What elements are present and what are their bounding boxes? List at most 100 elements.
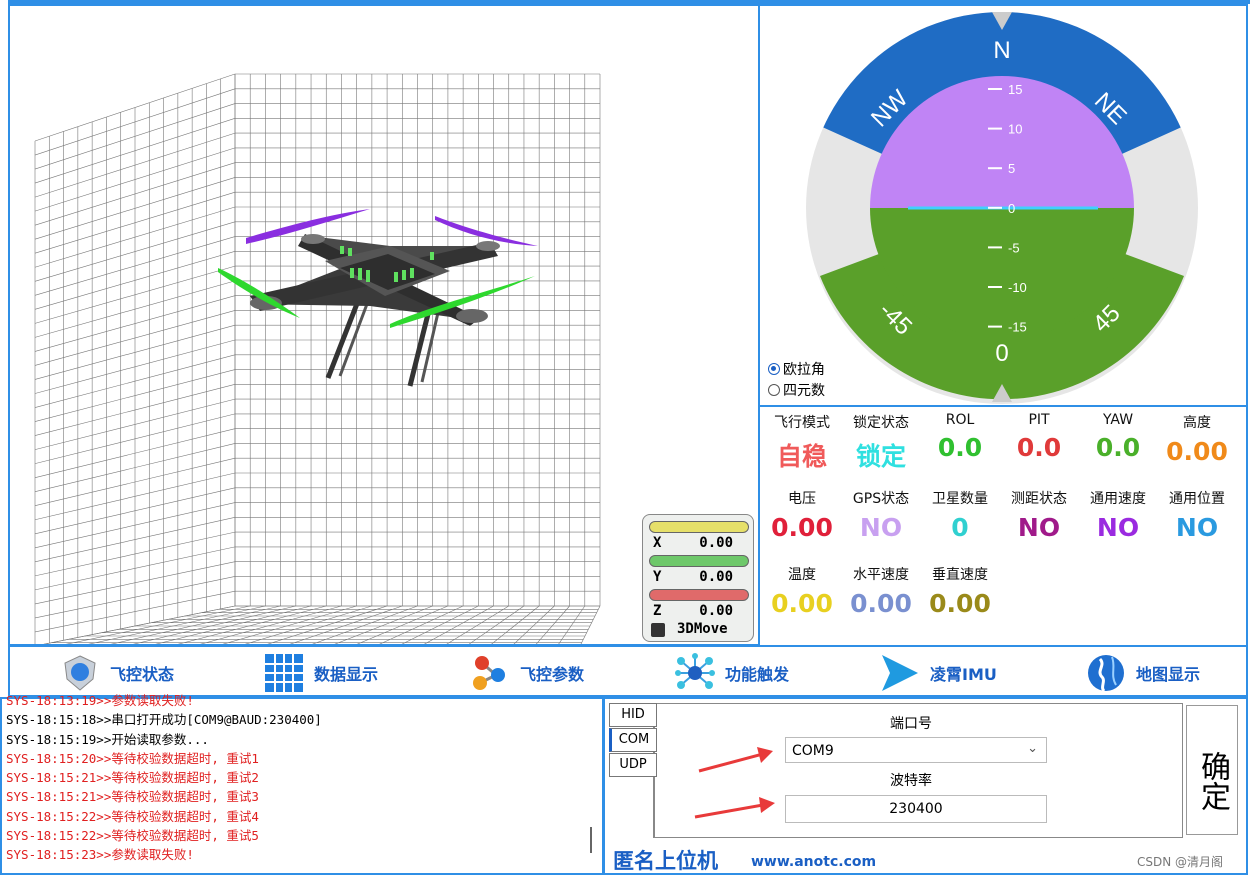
log-line: SYS-18:15:21>>等待校验数据超时, 重试3 — [6, 789, 259, 805]
pitch-tick-label: 0 — [1008, 201, 1015, 216]
log-line: SYS-18:15:18>>串口打开成功[COM9@BAUD:230400] — [6, 712, 322, 728]
arrow-icon — [882, 655, 918, 691]
status-cell: ROL 0.0 — [920, 412, 1000, 462]
status-label: 通用速度 — [1090, 491, 1146, 507]
toolbar-flight-params-label: 飞控参数 — [520, 665, 585, 684]
main-toolbar: 飞控状态 数据显示 飞控参数 功能触发 凌霄IMU 地图显示 — [8, 645, 1248, 697]
tab-com[interactable]: COM — [609, 728, 657, 752]
toolbar-flight-params[interactable]: 飞控参数 — [470, 653, 584, 693]
annotation-arrows — [694, 747, 775, 819]
status-label: YAW — [1102, 412, 1134, 428]
status-label: PIT — [1028, 412, 1050, 428]
heading-label: N — [993, 37, 1010, 64]
connection-panel: HID COM UDP 端口号 COM9 ⌄ 波特率 230400 确定 匿名上… — [603, 697, 1248, 875]
status-value: 0.00 — [850, 589, 912, 618]
status-label: ROL — [945, 412, 975, 428]
port-select[interactable]: COM9 ⌄ — [785, 737, 1047, 763]
y-color-bar — [649, 555, 749, 567]
toolbar-map-display-label: 地图显示 — [1136, 665, 1201, 684]
status-label: 高度 — [1183, 415, 1211, 431]
port-label: 端口号 — [890, 716, 932, 732]
status-cell: PIT 0.0 — [999, 412, 1079, 462]
status-value: 0.00 — [771, 589, 833, 618]
quaternion-radio-dot[interactable] — [768, 384, 780, 396]
status-cell: 水平速度 0.00 — [841, 564, 921, 618]
nodes-icon — [473, 656, 505, 690]
axis-readout-box: X 0.00 Y 0.00 Z 0.00 3DMove — [642, 514, 754, 642]
status-label: 电压 — [788, 491, 816, 507]
pitch-tick-label: 15 — [1008, 82, 1022, 97]
euler-radio[interactable]: 欧拉角 — [768, 359, 825, 379]
toolbar-data-display[interactable]: 数据显示 — [264, 653, 378, 693]
quaternion-radio-label: 四元数 — [783, 383, 825, 399]
y-axis-label: Y — [653, 569, 662, 585]
status-value: 0.00 — [771, 513, 833, 542]
status-cell: 测距状态 NO — [999, 488, 1079, 542]
status-label: 卫星数量 — [932, 491, 988, 507]
tab-hid[interactable]: HID — [609, 703, 657, 727]
confirm-button[interactable]: 确定 — [1186, 705, 1238, 835]
log-line: SYS-18:15:22>>等待校验数据超时, 重试5 — [6, 828, 259, 844]
euler-radio-dot[interactable] — [768, 363, 780, 375]
status-cell: 电压 0.00 — [762, 488, 842, 542]
status-label: 测距状态 — [1011, 491, 1067, 507]
log-panel[interactable]: SYS-18:13:19>>参数读取失败! SYS-18:15:18>>串口打开成… — [0, 693, 604, 875]
status-value: 0.0 — [1095, 433, 1141, 462]
pitch-tick-label: 10 — [1008, 122, 1022, 137]
status-value: 0.0 — [937, 433, 983, 462]
pitch-tick-label: -10 — [1008, 280, 1027, 295]
log-line: SYS-18:13:19>>参数读取失败! — [6, 693, 194, 708]
status-label: 通用位置 — [1169, 491, 1225, 507]
status-cell: 通用速度 NO — [1078, 488, 1158, 542]
status-value: NO — [1017, 513, 1061, 542]
attitude-indicator-panel: 15 10 5 0 -5 -10 -15 N NE NW -45 0 45 欧拉角 四元数 — [758, 4, 1248, 407]
chevron-down-icon: ⌄ — [1027, 741, 1038, 756]
status-value: 自稳 — [776, 442, 827, 471]
log-scrollbar[interactable] — [590, 827, 592, 853]
toolbar-imu[interactable]: 凌霄IMU — [880, 653, 997, 693]
x-axis-value: 0.00 — [699, 535, 733, 551]
status-label: 温度 — [788, 567, 816, 583]
roll-label: 0 — [995, 340, 1008, 367]
attitude-gauge: 151050-5-10-15 NNENW-45045 — [806, 12, 1198, 404]
status-value: 锁定 — [855, 442, 906, 471]
log-list: SYS-18:13:19>>参数读取失败! SYS-18:15:18>>串口打开成… — [6, 691, 322, 865]
status-cell: 温度 0.00 — [762, 564, 842, 618]
status-value: NO — [859, 513, 903, 542]
grid-icon — [265, 654, 303, 692]
toolbar-function-trigger-label: 功能触发 — [725, 665, 790, 684]
toolbar-map-display[interactable]: 地图显示 — [1086, 653, 1200, 693]
status-cell: 锁定状态 锁定 — [841, 412, 921, 473]
status-cell: 卫星数量 0 — [920, 488, 1000, 542]
log-line: SYS-18:15:20>>等待校验数据超时, 重试1 — [6, 750, 259, 766]
quaternion-radio[interactable]: 四元数 — [768, 380, 825, 400]
x-axis-label: X — [653, 535, 662, 551]
toolbar-data-display-label: 数据显示 — [314, 665, 379, 684]
z-axis-label: Z — [653, 603, 662, 619]
hub-icon — [675, 653, 715, 689]
baud-input[interactable]: 230400 — [785, 795, 1047, 823]
status-grid: 飞行模式 自稳 锁定状态 锁定 ROL 0.0 PIT 0.0 YAW 0.0 高度 0.00 电压 0.… — [758, 405, 1248, 647]
log-line: SYS-18:15:21>>等待校验数据超时, 重试2 — [6, 770, 259, 786]
3dmove-checkbox[interactable] — [651, 623, 665, 637]
z-color-bar — [649, 589, 749, 601]
watermark: CSDN @清月阁 — [1137, 855, 1224, 869]
toolbar-flight-status[interactable]: 飞控状态 — [60, 653, 174, 693]
status-cell: 高度 0.00 — [1157, 412, 1237, 466]
toolbar-function-trigger[interactable]: 功能触发 — [675, 653, 789, 693]
status-value: 0 — [951, 513, 969, 542]
status-label: 垂直速度 — [932, 567, 988, 583]
pitch-tick-label: 5 — [1008, 161, 1015, 176]
shield-icon — [64, 655, 96, 691]
log-line: SYS-18:15:19>>开始读取参数... — [6, 731, 209, 747]
log-line: SYS-18:15:22>>等待校验数据超时, 重试4 — [6, 808, 259, 824]
log-line: SYS-18:15:23>>参数读取失败! — [6, 847, 194, 863]
brand-url: www.anotc.com — [751, 854, 877, 870]
toolbar-flight-status-label: 飞控状态 — [110, 665, 175, 684]
status-value: NO — [1175, 513, 1219, 542]
status-label: 水平速度 — [853, 567, 909, 583]
status-cell: 通用位置 NO — [1157, 488, 1237, 542]
3d-view-panel[interactable]: X 0.00 Y 0.00 Z 0.00 3DMove — [8, 4, 760, 646]
tab-udp[interactable]: UDP — [609, 753, 657, 777]
port-select-value: COM9 — [792, 743, 834, 759]
